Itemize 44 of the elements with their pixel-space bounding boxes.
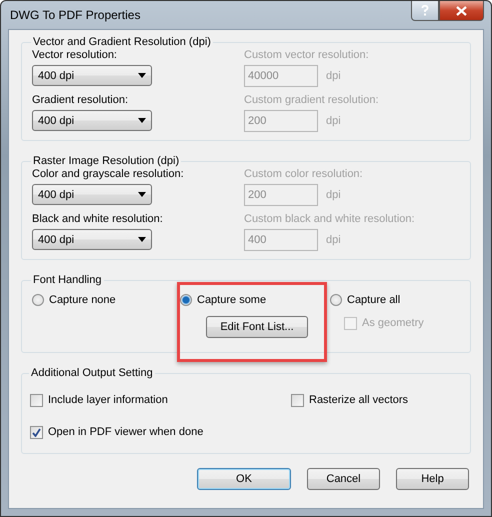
dropdown[interactable]: 400 dpi	[32, 184, 152, 205]
radio-button[interactable]	[32, 294, 44, 306]
checkbox-option[interactable]: Rasterize all vectors	[291, 393, 462, 407]
radio-button[interactable]	[330, 294, 342, 306]
dropdown[interactable]: 400 dpi	[32, 65, 152, 86]
checkbox[interactable]	[291, 394, 304, 406]
checkbox-option[interactable]: Include layer information	[30, 393, 291, 407]
unit-label: dpi	[326, 233, 341, 247]
dropdown[interactable]: 400 dpi	[32, 110, 152, 131]
group-title: Vector and Gradient Resolution (dpi)	[32, 36, 212, 48]
unit-label: dpi	[326, 69, 341, 83]
dialog-button[interactable]: OK	[197, 468, 291, 490]
caret-icon	[138, 237, 146, 242]
group-title: Additional Output Setting	[30, 367, 154, 379]
close-icon[interactable]	[439, 1, 484, 21]
field-label: Vector resolution:	[32, 48, 118, 62]
unit-label: dpi	[326, 188, 341, 202]
checkbox[interactable]	[30, 426, 43, 438]
radio-option[interactable]: Capture some	[180, 294, 266, 306]
radio-button[interactable]	[180, 294, 192, 306]
radio-option[interactable]: Capture none	[32, 294, 116, 306]
dialog-button[interactable]: Cancel	[307, 468, 380, 490]
field-label: Gradient resolution:	[32, 93, 129, 107]
field-label: Custom color resolution:	[244, 167, 364, 181]
group-title: Raster Image Resolution (dpi)	[32, 155, 180, 167]
window-title: DWG To PDF Properties	[9, 8, 140, 22]
dropdown[interactable]: 400 dpi	[32, 229, 152, 250]
field-label: Color and grayscale resolution:	[32, 167, 185, 181]
field-label: Custom gradient resolution:	[244, 93, 380, 107]
edit-font-list-button[interactable]: Edit Font List...	[206, 316, 308, 338]
checkbox[interactable]	[30, 394, 43, 406]
group-title: Font Handling	[32, 274, 102, 286]
caret-icon	[138, 73, 146, 78]
checkbox-option[interactable]: Open in PDF viewer when done	[30, 425, 291, 439]
checkmark-icon	[32, 428, 41, 436]
field-label: Custom black and white resolution:	[244, 212, 416, 226]
field-label: Black and white resolution:	[32, 212, 164, 226]
caret-icon	[138, 118, 146, 123]
radio-option[interactable]: Capture all	[330, 294, 400, 306]
dialog-button[interactable]: Help	[396, 468, 469, 490]
unit-label: dpi	[326, 114, 341, 128]
field-label: Custom vector resolution:	[244, 48, 370, 62]
help-icon[interactable]	[411, 1, 439, 21]
caret-icon	[138, 192, 146, 197]
